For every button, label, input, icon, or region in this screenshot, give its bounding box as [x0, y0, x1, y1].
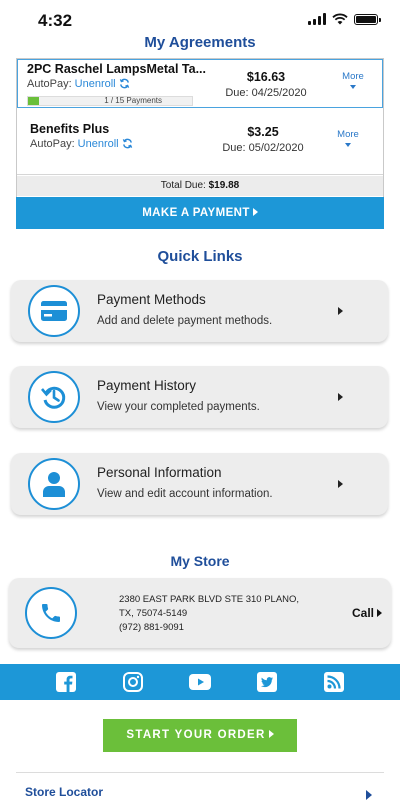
autopay-label: AutoPay: — [30, 138, 75, 150]
phone-icon[interactable] — [25, 587, 77, 639]
quick-link-title: Payment Methods — [97, 292, 206, 307]
arrow-right-icon — [268, 730, 274, 738]
payment-progress-label: 1 / 15 Payments — [104, 96, 162, 105]
payment-progress-bar: 1 / 15 Payments — [27, 96, 193, 106]
twitter-icon[interactable] — [255, 670, 279, 694]
quick-link-description: View your completed payments. — [97, 401, 260, 413]
agreement-name: 2PC Raschel LampsMetal Ta... — [27, 62, 206, 76]
battery-icon — [354, 13, 381, 25]
facebook-icon[interactable] — [54, 670, 78, 694]
quick-link-personal-information[interactable]: Personal Information View and edit accou… — [11, 453, 388, 515]
social-bar — [0, 664, 400, 700]
more-label: More — [342, 71, 364, 82]
store-address-line2: TX, 75074-5149 — [119, 608, 188, 619]
more-button[interactable]: More — [328, 129, 368, 147]
agreement-amount: $16.63 — [246, 70, 286, 84]
status-time: 4:32 — [38, 11, 73, 30]
agreement-row[interactable]: 2PC Raschel LampsMetal Ta... AutoPay: Une… — [17, 59, 383, 108]
quick-links-title: Quick Links — [157, 248, 243, 265]
youtube-icon[interactable] — [188, 670, 212, 694]
refresh-icon — [119, 78, 129, 89]
agreement-name: Benefits Plus — [30, 122, 110, 136]
more-label: More — [337, 129, 359, 140]
quick-link-payment-history[interactable]: Payment History View your completed paym… — [11, 366, 388, 428]
unenroll-link[interactable]: Unenroll — [75, 78, 116, 90]
agreements-title: My Agreements — [144, 34, 256, 51]
arrow-right-icon — [338, 307, 343, 315]
make-payment-button[interactable]: MAKE A PAYMENT — [16, 197, 384, 229]
agreement-due-date: Due: 05/02/2020 — [222, 142, 304, 154]
quick-link-description: Add and delete payment methods. — [97, 315, 273, 327]
store-phone[interactable]: (972) 881-9091 — [119, 621, 299, 635]
quick-link-title: Personal Information — [97, 465, 222, 480]
instagram-icon[interactable] — [121, 670, 145, 694]
total-due: Total Due: $19.88 — [17, 176, 383, 196]
store-card: 2380 EAST PARK BLVD STE 310 PLANO, TX, 7… — [9, 578, 391, 648]
agreement-amount: $3.25 — [247, 125, 279, 139]
autopay-status: AutoPay: Unenroll — [30, 138, 133, 150]
status-bar: 4:32 — [0, 0, 400, 36]
rss-icon[interactable] — [322, 670, 346, 694]
autopay-label: AutoPay: — [27, 78, 72, 90]
cellular-signal-icon — [308, 13, 326, 25]
wifi-icon — [332, 13, 348, 25]
history-icon — [28, 371, 80, 423]
agreements-card: 2PC Raschel LampsMetal Ta... AutoPay: Une… — [16, 58, 384, 229]
total-due-label: Total Due: — [160, 180, 206, 191]
agreement-due-date: Due: 04/25/2020 — [225, 87, 307, 99]
store-address: 2380 EAST PARK BLVD STE 310 PLANO, TX, 7… — [119, 593, 299, 635]
unenroll-link[interactable]: Unenroll — [78, 138, 119, 150]
quick-link-description: View and edit account information. — [97, 488, 273, 500]
quick-link-title: Payment History — [97, 378, 197, 393]
make-payment-label: MAKE A PAYMENT — [142, 207, 250, 219]
total-due-value: $19.88 — [208, 180, 240, 191]
arrow-right-icon — [338, 480, 343, 488]
autopay-status: AutoPay: Unenroll — [27, 78, 130, 90]
call-button[interactable]: Call — [352, 606, 382, 620]
arrow-right-icon — [377, 609, 382, 617]
start-order-button[interactable]: START YOUR ORDER — [103, 719, 297, 752]
store-address-line1: 2380 EAST PARK BLVD STE 310 PLANO, — [119, 594, 300, 605]
store-locator-link[interactable]: Store Locator — [25, 785, 103, 799]
caret-down-icon — [345, 143, 351, 147]
agreement-row[interactable]: Benefits Plus AutoPay: Unenroll $3.25 Due… — [17, 117, 383, 175]
caret-down-icon — [350, 85, 356, 89]
status-icons — [308, 13, 381, 25]
quick-link-payment-methods[interactable]: Payment Methods Add and delete payment m… — [11, 280, 388, 342]
footer-divider — [16, 772, 384, 773]
arrow-right-icon — [366, 790, 372, 800]
credit-card-icon — [28, 285, 80, 337]
call-label: Call — [351, 606, 374, 620]
person-icon — [28, 458, 80, 510]
refresh-icon — [122, 138, 132, 149]
my-store-title: My Store — [170, 553, 230, 569]
more-button[interactable]: More — [333, 71, 373, 89]
arrow-right-icon — [252, 208, 258, 216]
start-order-label: START YOUR ORDER — [126, 729, 266, 741]
arrow-right-icon — [338, 393, 343, 401]
